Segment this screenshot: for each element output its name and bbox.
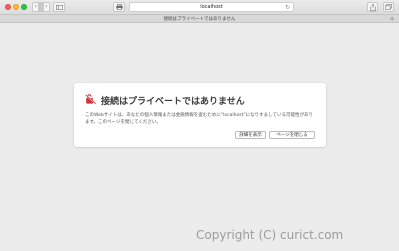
page-content: 接続はプライベートではありません このWebサイトは、あなたの個人情報または金融…	[0, 23, 399, 251]
print-button[interactable]	[113, 2, 125, 12]
warning-title: 接続はプライベートではありません	[101, 97, 245, 107]
show-tabs-button[interactable]	[383, 2, 394, 12]
reload-icon[interactable]: ↻	[285, 4, 290, 11]
printer-icon	[115, 4, 123, 10]
warning-message: このWebサイトは、あなたの個人情報または金融情報を盗むために“localhos…	[85, 113, 314, 125]
tab-title[interactable]: 接続はプライベートではありません	[164, 16, 236, 22]
address-text: localhost	[200, 4, 223, 10]
close-page-button[interactable]: ページを閉じる	[269, 131, 315, 139]
show-details-button[interactable]: 詳細を表示	[235, 131, 266, 139]
tab-bar: 接続はプライベートではありません +	[0, 14, 399, 23]
sidebar-icon	[55, 4, 63, 10]
share-button[interactable]	[367, 2, 378, 12]
forward-button[interactable]: ›	[44, 4, 49, 10]
minimize-window-button[interactable]	[13, 4, 19, 10]
address-bar[interactable]: localhost ↻	[129, 2, 294, 12]
copyright-watermark: Copyright (C) curict.com	[196, 228, 344, 242]
unlocked-warning-icon	[85, 94, 97, 104]
close-window-button[interactable]	[5, 4, 11, 10]
share-icon	[369, 3, 376, 11]
privacy-warning-card: 接続はプライベートではありません このWebサイトは、あなたの個人情報または金融…	[74, 83, 326, 147]
new-tab-button[interactable]: +	[389, 15, 395, 23]
tabs-icon	[385, 4, 392, 10]
navigation-buttons: ‹ ›	[32, 2, 50, 12]
browser-toolbar: ‹ › localhost ↻	[0, 0, 399, 14]
sidebar-button[interactable]	[53, 2, 65, 12]
maximize-window-button[interactable]	[21, 4, 27, 10]
